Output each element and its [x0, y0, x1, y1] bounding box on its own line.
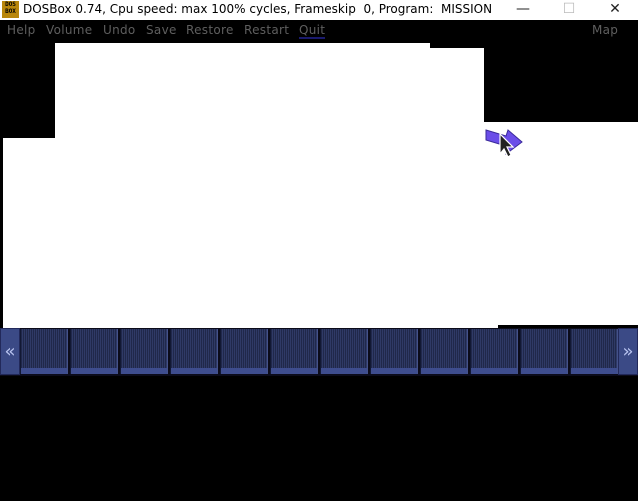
toolbar-slot[interactable]	[170, 329, 218, 374]
menu-restart[interactable]: Restart	[244, 23, 289, 37]
toolbar-slot[interactable]	[470, 329, 518, 374]
white-panel-main	[3, 138, 498, 328]
title-bar: DOS BOX DOSBox 0.74, Cpu speed: max 100%…	[0, 0, 638, 20]
toolbar-slot[interactable]	[20, 329, 68, 374]
toolbar-slot[interactable]	[70, 329, 118, 374]
window-title: DOSBox 0.74, Cpu speed: max 100% cycles,…	[23, 2, 493, 16]
menu-help[interactable]: Help	[7, 23, 36, 37]
toolbar-slot[interactable]	[120, 329, 168, 374]
dosbox-icon-text-bottom: BOX	[5, 8, 16, 15]
dosbox-icon-text-top: DOS	[5, 1, 16, 8]
white-panel-top-right	[430, 48, 484, 138]
menu-volume[interactable]: Volume	[46, 23, 92, 37]
toolbar-slot[interactable]	[370, 329, 418, 374]
toolbar-slot[interactable]	[570, 329, 618, 374]
dosbox-icon: DOS BOX	[2, 1, 19, 18]
toolbar-slot[interactable]	[270, 329, 318, 374]
minimize-button[interactable]: —	[500, 0, 546, 20]
menu-restore[interactable]: Restore	[186, 23, 234, 37]
menu-map[interactable]: Map	[592, 23, 618, 37]
maximize-button[interactable]: ☐	[546, 0, 592, 20]
toolbar-slot[interactable]	[520, 329, 568, 374]
pointer-arrow-icon	[485, 129, 523, 158]
white-panel-top	[55, 43, 430, 138]
bottom-toolbar: « »	[0, 328, 638, 376]
close-button[interactable]: ✕	[592, 0, 638, 20]
toolbar-slot[interactable]	[220, 329, 268, 374]
game-viewport[interactable]	[0, 40, 638, 330]
toolbar-slot[interactable]	[320, 329, 368, 374]
menu-save[interactable]: Save	[146, 23, 177, 37]
scroll-right-button[interactable]: »	[618, 328, 638, 375]
menu-undo[interactable]: Undo	[103, 23, 136, 37]
scroll-left-button[interactable]: «	[0, 328, 20, 375]
game-menu-bar: Help Volume Undo Save Restore Restart Qu…	[0, 20, 638, 40]
menu-quit[interactable]: Quit	[299, 23, 326, 39]
toolbar-slot[interactable]	[420, 329, 468, 374]
